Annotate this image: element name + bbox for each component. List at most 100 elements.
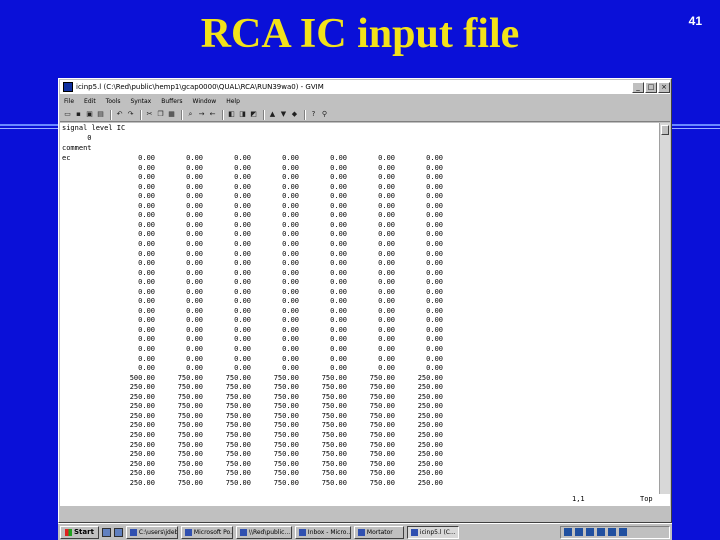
table-cell: 0.00 bbox=[234, 278, 251, 287]
ctags-icon[interactable]: ◆ bbox=[290, 110, 299, 119]
taskbar-button[interactable]: Inbox - Micro... bbox=[294, 525, 351, 539]
menu-tools[interactable]: Tools bbox=[106, 98, 121, 105]
tray-icon[interactable] bbox=[575, 528, 583, 536]
tray-icon[interactable] bbox=[619, 528, 627, 536]
table-cell: 0.00 bbox=[378, 335, 395, 344]
vim-app-icon[interactable] bbox=[63, 82, 73, 92]
taskbar-button[interactable]: C:\users\jdeb... bbox=[125, 525, 178, 539]
taskbar-button-label: icinp5.l (C... bbox=[419, 528, 456, 536]
save-session-icon[interactable]: ◨ bbox=[238, 110, 247, 119]
close-button[interactable]: × bbox=[658, 81, 670, 93]
run-script-icon[interactable]: ◩ bbox=[249, 110, 258, 119]
taskbar-button[interactable]: Mortator bbox=[353, 525, 404, 539]
menu-file[interactable]: File bbox=[64, 98, 74, 105]
vertical-scrollbar[interactable] bbox=[659, 123, 670, 494]
table-cell: 0.00 bbox=[282, 249, 299, 258]
menu-window[interactable]: Window bbox=[193, 98, 217, 105]
table-row: 0.00 0.00 0.00 0.00 0.00 0.00 0.00 bbox=[60, 296, 659, 306]
menu-edit[interactable]: Edit bbox=[84, 98, 96, 105]
menu-bar: File Edit Tools Syntax Buffers Window He… bbox=[60, 95, 670, 107]
taskbar-button[interactable]: Microsoft Po... bbox=[180, 525, 233, 539]
table-cell: 0.00 bbox=[426, 325, 443, 334]
table-cell: 0.00 bbox=[234, 287, 251, 296]
table-cell: 0.00 bbox=[186, 220, 203, 229]
toolbar-separator bbox=[304, 109, 306, 120]
cut-icon[interactable]: ✂ bbox=[145, 110, 154, 119]
find-icon[interactable]: ⌕ bbox=[186, 110, 195, 119]
table-cell: 0.00 bbox=[138, 201, 155, 210]
table-cell: 250.00 bbox=[417, 373, 443, 382]
table-cell: 250.00 bbox=[129, 411, 155, 420]
tray-icon[interactable] bbox=[597, 528, 605, 536]
table-cell: 0.00 bbox=[330, 268, 347, 277]
find-prev-icon[interactable]: ← bbox=[208, 110, 217, 119]
make-icon[interactable]: ▲ bbox=[268, 110, 277, 119]
taskbar-button[interactable]: \\Red\public... bbox=[235, 525, 292, 539]
redo-icon[interactable]: ↷ bbox=[126, 110, 135, 119]
table-cell: 0.00 bbox=[330, 306, 347, 315]
table-cell: 750.00 bbox=[321, 402, 347, 411]
save-icon[interactable]: ▪ bbox=[74, 110, 83, 119]
table-cell: 0.00 bbox=[282, 192, 299, 201]
table-cell: 0.00 bbox=[138, 345, 155, 353]
taskbar-button[interactable]: icinp5.l (C... bbox=[406, 525, 459, 539]
table-cell: 0.00 bbox=[426, 335, 443, 344]
table-cell: 750.00 bbox=[273, 383, 299, 392]
table-cell: 0.00 bbox=[138, 325, 155, 334]
table-cell: 0.00 bbox=[138, 173, 155, 182]
table-cell: 0.00 bbox=[234, 220, 251, 229]
maximize-button[interactable]: □ bbox=[645, 81, 657, 93]
build-icon[interactable]: ▼ bbox=[279, 110, 288, 119]
table-cell: 750.00 bbox=[225, 421, 251, 430]
table-cell: 750.00 bbox=[225, 411, 251, 420]
minimize-button[interactable]: _ bbox=[632, 81, 644, 93]
table-cell: 0.00 bbox=[186, 297, 203, 306]
window-titlebar[interactable]: icinp5.l (C:\Red\public\hemp1\gcap0000\Q… bbox=[60, 80, 670, 94]
table-cell: 0.00 bbox=[282, 239, 299, 248]
editor-line: 0 bbox=[62, 134, 92, 142]
tray-icon[interactable] bbox=[586, 528, 594, 536]
open-icon[interactable]: ▭ bbox=[63, 110, 72, 119]
table-cell: 0.00 bbox=[234, 268, 251, 277]
table-cell: 750.00 bbox=[177, 459, 203, 468]
scrollbar-thumb[interactable] bbox=[661, 125, 669, 135]
find-help-icon[interactable]: ⚲ bbox=[320, 110, 329, 119]
table-cell: 0.00 bbox=[378, 278, 395, 287]
table-cell: 0.00 bbox=[378, 230, 395, 239]
menu-buffers[interactable]: Buffers bbox=[161, 98, 182, 105]
table-cell: 0.00 bbox=[378, 154, 395, 162]
table-cell: 0.00 bbox=[426, 211, 443, 220]
app-icon bbox=[298, 528, 306, 536]
menu-syntax[interactable]: Syntax bbox=[130, 98, 151, 105]
table-cell: 0.00 bbox=[330, 345, 347, 353]
tray-icon[interactable] bbox=[564, 528, 572, 536]
table-cell: 0.00 bbox=[330, 173, 347, 182]
table-cell: 750.00 bbox=[177, 478, 203, 487]
toolbar-separator bbox=[181, 109, 183, 120]
table-cell: 750.00 bbox=[369, 421, 395, 430]
print-icon[interactable]: ▤ bbox=[96, 110, 105, 119]
load-session-icon[interactable]: ◧ bbox=[227, 110, 236, 119]
undo-icon[interactable]: ↶ bbox=[115, 110, 124, 119]
tray-icon[interactable] bbox=[608, 528, 616, 536]
window-title: icinp5.l (C:\Red\public\hemp1\gcap0000\Q… bbox=[76, 83, 324, 91]
table-row: 0.00 0.00 0.00 0.00 0.00 0.00 0.00 bbox=[60, 249, 659, 259]
quick-launch-icon[interactable] bbox=[113, 527, 123, 537]
table-cell: 0.00 bbox=[138, 297, 155, 306]
find-next-icon[interactable]: → bbox=[197, 110, 206, 119]
table-cell: 750.00 bbox=[273, 430, 299, 439]
start-button[interactable]: Start bbox=[60, 525, 99, 539]
text-editor-area[interactable]: signal level IC 0 comment ec 0.00 0.00 0.0… bbox=[60, 123, 659, 494]
menu-help[interactable]: Help bbox=[226, 98, 240, 105]
table-cell: 0.00 bbox=[138, 230, 155, 239]
save-all-icon[interactable]: ▣ bbox=[85, 110, 94, 119]
help-icon[interactable]: ? bbox=[309, 110, 318, 119]
table-row: 250.00 750.00 750.00 750.00 750.00 750.00 250.… bbox=[60, 382, 659, 392]
table-cell: 0.00 bbox=[138, 249, 155, 258]
table-cell: 750.00 bbox=[225, 478, 251, 487]
quick-launch-icon[interactable] bbox=[101, 527, 111, 537]
table-cell: 0.00 bbox=[282, 182, 299, 191]
table-row: 0.00 0.00 0.00 0.00 0.00 0.00 0.00 bbox=[60, 315, 659, 325]
copy-icon[interactable]: ❐ bbox=[156, 110, 165, 119]
paste-icon[interactable]: ▦ bbox=[167, 110, 176, 119]
